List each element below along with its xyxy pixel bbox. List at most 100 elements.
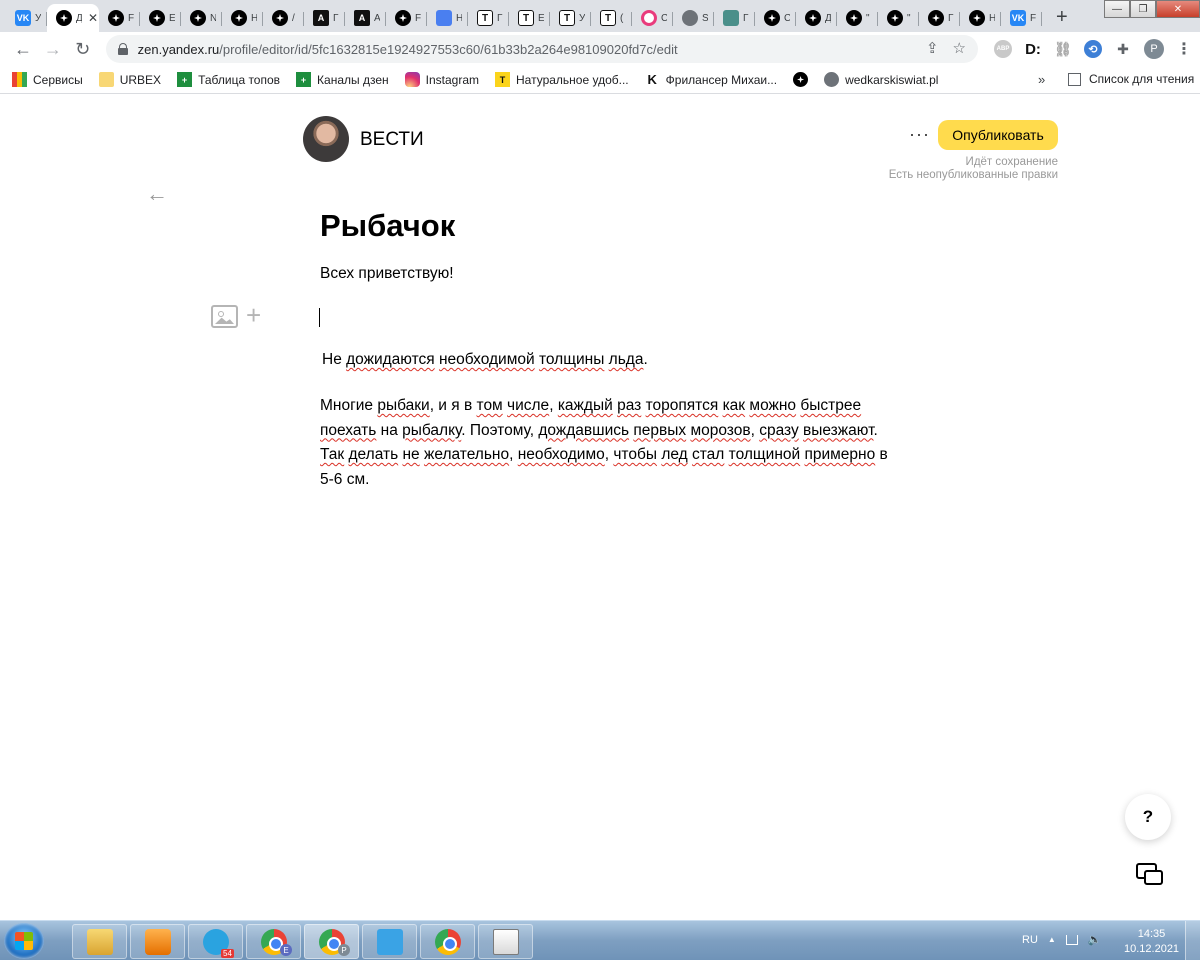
star-favicon-icon: [723, 10, 739, 26]
misspelled-word: поехать: [320, 421, 377, 439]
bookmarks-bar: Сервисы URBEX + Таблица топов + Каналы дзен In…: [0, 66, 1200, 94]
browser-tab[interactable]: S: [673, 4, 714, 32]
browser-tab[interactable]: AA: [345, 4, 386, 32]
bookmark-item[interactable]: K Фрилансер Михаи...: [645, 72, 777, 87]
tab-title: F: [1030, 12, 1036, 24]
help-button[interactable]: ?: [1125, 794, 1171, 840]
tab-close-icon[interactable]: ✕: [88, 11, 98, 25]
browser-tab[interactable]: Е: [140, 4, 181, 32]
browser-tab[interactable]: С: [632, 4, 673, 32]
sync-extension-icon[interactable]: ⟲: [1084, 40, 1102, 58]
misspelled-word: рыбалку: [402, 421, 462, 439]
channel-name[interactable]: ВЕСТИ: [360, 129, 424, 151]
browser-tab[interactable]: VK F: [1001, 4, 1042, 32]
article-title[interactable]: Рыбачок: [320, 208, 455, 244]
dashlane-icon[interactable]: D:: [1024, 40, 1042, 58]
browser-tab[interactable]: F: [386, 4, 427, 32]
taskbar-app-chrome[interactable]: Р: [304, 924, 359, 959]
browser-menu-icon[interactable]: ⋮: [1176, 39, 1192, 59]
window-close-button[interactable]: ✕: [1156, 0, 1200, 18]
a-favicon-icon: A: [313, 10, 329, 26]
clock[interactable]: 14:35 10.12.2021: [1124, 927, 1179, 957]
insert-block-plus-icon[interactable]: +: [246, 302, 261, 328]
volume-icon[interactable]: 🔈: [1088, 933, 1102, 946]
support-chat-button[interactable]: [1125, 850, 1171, 896]
greeting-paragraph[interactable]: Всех приветствую!: [320, 265, 454, 283]
browser-tab[interactable]: Н: [222, 4, 263, 32]
extensions-puzzle-icon[interactable]: ✚: [1114, 40, 1132, 58]
sheet-bookmark-icon: +: [296, 72, 312, 87]
bookmark-item[interactable]: Instagram: [404, 72, 479, 87]
bookmark-label: URBEX: [119, 72, 162, 87]
windows-taskbar: 54 Е Р RU ▲ 🔈 14:35 10.12.2021: [0, 920, 1200, 961]
zen-favicon-icon: [231, 10, 247, 26]
forward-button[interactable]: →: [38, 34, 68, 64]
browser-tab[interactable]: ": [878, 4, 919, 32]
reading-list-button[interactable]: Список для чтения: [1068, 72, 1194, 86]
bookmark-item[interactable]: T Натуральное удоб...: [495, 72, 629, 87]
insert-image-icon[interactable]: [211, 305, 238, 328]
back-button[interactable]: ←: [8, 34, 38, 64]
bookmark-item[interactable]: wedkarskiswiat.pl: [824, 72, 938, 87]
body-paragraph[interactable]: Многие рыбаки, и я в том числе, каждый р…: [320, 394, 900, 492]
browser-tab[interactable]: TУ: [550, 4, 591, 32]
browser-tab[interactable]: AГ: [304, 4, 345, 32]
browser-tab[interactable]: Д ✕: [47, 4, 99, 32]
bookmark-star-icon[interactable]: ☆: [953, 39, 966, 57]
browser-tab[interactable]: /: [263, 4, 304, 32]
browser-tab[interactable]: Д: [796, 4, 837, 32]
taskbar-app-explorer[interactable]: [72, 924, 127, 959]
bookmark-item[interactable]: Сервисы: [12, 72, 83, 87]
browser-tab[interactable]: F: [99, 4, 140, 32]
bookmark-item[interactable]: + Каналы дзен: [296, 72, 389, 87]
bookmark-item[interactable]: [793, 72, 809, 87]
share-page-icon[interactable]: ⇪: [926, 39, 939, 57]
browser-tab[interactable]: Н: [960, 4, 1001, 32]
start-button[interactable]: [4, 923, 44, 959]
bookmark-item[interactable]: + Таблица топов: [177, 72, 280, 87]
channel-avatar[interactable]: [303, 116, 349, 162]
bookmarks-overflow-button[interactable]: »: [1038, 72, 1045, 87]
subheading-paragraph[interactable]: Не дожидаются необходимой толщины льда.: [322, 351, 648, 369]
browser-tab[interactable]: TЕ: [509, 4, 550, 32]
tray-expand-icon[interactable]: ▲: [1048, 935, 1056, 944]
browser-tab[interactable]: TГ: [468, 4, 509, 32]
address-bar[interactable]: zen.yandex.ru/profile/editor/id/5fc16328…: [105, 35, 978, 63]
minimize-button[interactable]: —: [1104, 0, 1130, 18]
browser-tab[interactable]: N: [181, 4, 222, 32]
zen-favicon-icon: [846, 10, 862, 26]
profile-avatar[interactable]: Р: [1144, 39, 1164, 59]
bookmark-item[interactable]: URBEX: [98, 72, 162, 87]
browser-tab[interactable]: VK У: [6, 4, 47, 32]
link-extension-icon[interactable]: ⛓: [1054, 40, 1072, 58]
restore-button[interactable]: ❐: [1130, 0, 1156, 18]
browser-tab[interactable]: Г: [714, 4, 755, 32]
taskbar-app-tg[interactable]: 54: [188, 924, 243, 959]
publish-button[interactable]: Опубликовать: [938, 120, 1058, 150]
misspelled-word: желательно: [423, 446, 510, 463]
browser-tab[interactable]: Н: [427, 4, 468, 32]
browser-tab[interactable]: Г: [919, 4, 960, 32]
network-icon[interactable]: [1065, 934, 1078, 945]
lock-icon[interactable]: [117, 43, 128, 55]
taskbar-app-sheet[interactable]: [478, 924, 533, 959]
reading-list-icon: [1068, 72, 1081, 86]
new-tab-button[interactable]: +: [1056, 7, 1068, 27]
browser-tab[interactable]: T(: [591, 4, 632, 32]
tab-title: С: [784, 12, 790, 24]
taskbar-app-zen[interactable]: [362, 924, 417, 959]
reload-button[interactable]: ↻: [68, 34, 98, 64]
tab-title: N: [210, 12, 216, 24]
taskbar-app-chrome[interactable]: [420, 924, 475, 959]
taskbar-app-chrome[interactable]: Е: [246, 924, 301, 959]
back-arrow-icon[interactable]: ←: [146, 181, 168, 207]
more-options-icon[interactable]: ···: [909, 124, 930, 145]
browser-tab[interactable]: ": [837, 4, 878, 32]
adblock-icon[interactable]: ABP: [994, 40, 1012, 58]
taskbar-app-media[interactable]: [130, 924, 185, 959]
show-desktop-button[interactable]: [1185, 921, 1200, 961]
t-favicon-icon: T: [600, 10, 616, 26]
language-indicator[interactable]: RU: [1022, 934, 1038, 946]
tab-title: F: [128, 12, 134, 24]
browser-tab[interactable]: С: [755, 4, 796, 32]
